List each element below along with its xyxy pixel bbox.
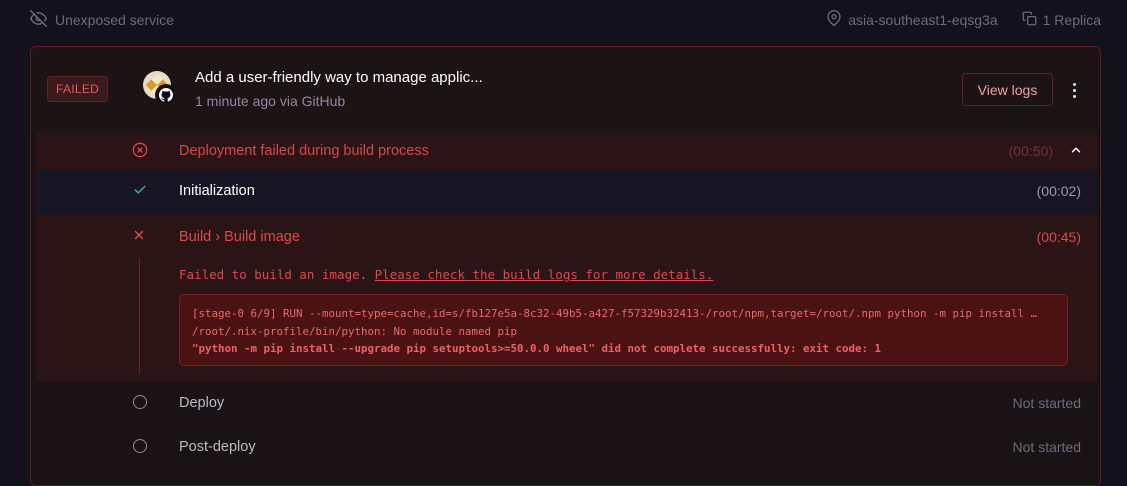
service-topbar: Unexposed service asia-southeast1-eqsg3a… <box>0 0 1127 40</box>
step-post-deploy[interactable]: Post-deploy Not started <box>36 426 1097 470</box>
step-label: Initialization <box>179 183 255 199</box>
step-label: Post-deploy <box>179 439 256 455</box>
step-status: Not started <box>1012 395 1081 411</box>
step-label: Build › Build image <box>179 229 300 245</box>
error-prefix: Failed to build an image. <box>179 267 375 282</box>
step-initialization[interactable]: Initialization (00:02) <box>36 170 1097 214</box>
circle-icon <box>132 394 148 410</box>
deployment-header[interactable]: FAILED Add a user-friendly way to manage… <box>31 47 1100 133</box>
deployment-card: FAILED Add a user-friendly way to manage… <box>30 46 1101 486</box>
step-deploy[interactable]: Deploy Not started <box>36 382 1097 426</box>
commit-meta: 1 minute ago via GitHub <box>195 93 346 109</box>
status-badge: FAILED <box>47 76 109 102</box>
location-pin-icon <box>826 10 842 29</box>
more-options-icon[interactable] <box>1063 77 1085 103</box>
github-icon <box>155 84 177 106</box>
log-line: [stage-0 6/9] RUN --mount=type=cache,id=… <box>192 307 1038 320</box>
step-divider <box>139 258 140 374</box>
build-error-message: Failed to build an image. Please check t… <box>179 267 713 282</box>
step-build[interactable]: Build › Build image (00:45) Failed to bu… <box>36 214 1097 382</box>
x-icon <box>132 228 148 244</box>
circle-icon <box>132 438 148 454</box>
step-label: Deploy <box>179 395 225 411</box>
log-line: "python -m pip install --upgrade pip set… <box>192 342 882 355</box>
summary-duration: (00:50) <box>1008 143 1053 159</box>
exposure-status[interactable]: Unexposed service <box>30 10 174 30</box>
exposure-label: Unexposed service <box>55 12 175 28</box>
deployment-steps: Deployment failed during build process (… <box>36 133 1097 470</box>
summary-label: Deployment failed during build process <box>179 143 429 159</box>
x-circle-icon <box>132 142 148 158</box>
chevron-up-icon[interactable] <box>1069 143 1083 157</box>
commit-title[interactable]: Add a user-friendly way to manage applic… <box>195 69 483 86</box>
step-duration: (00:02) <box>1036 183 1081 199</box>
service-meta: asia-southeast1-eqsg3a 1 Replica <box>826 10 1101 29</box>
replica-label[interactable]: 1 Replica <box>1043 12 1101 28</box>
check-icon <box>132 182 148 198</box>
eye-off-icon <box>30 10 48 30</box>
deployment-summary-row[interactable]: Deployment failed during build process (… <box>36 133 1097 170</box>
view-logs-button[interactable]: View logs <box>962 73 1053 106</box>
log-line: /root/.nix-profile/bin/python: No module… <box>192 324 518 338</box>
copy-icon <box>1022 11 1037 29</box>
build-logs-link[interactable]: Please check the build logs for more det… <box>375 267 714 282</box>
step-duration: (00:45) <box>1036 229 1081 245</box>
build-log-output: [stage-0 6/9] RUN --mount=type=cache,id=… <box>179 294 1068 366</box>
region-label[interactable]: asia-southeast1-eqsg3a <box>848 12 997 28</box>
step-status: Not started <box>1012 439 1081 455</box>
